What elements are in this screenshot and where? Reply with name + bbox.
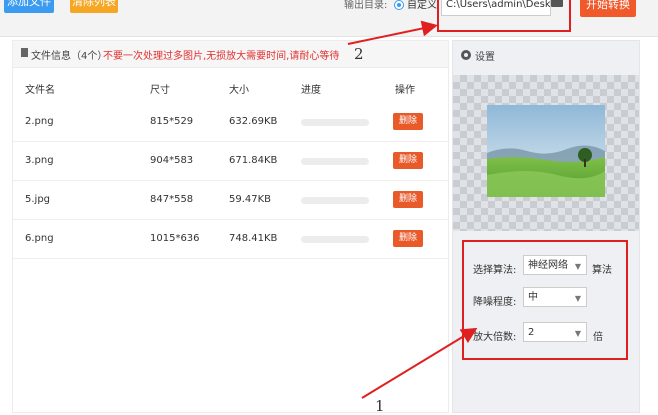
arrow-to-settings	[361, 327, 478, 399]
annotation-arrows	[347, 20, 478, 399]
annotation-label-1: 1	[375, 397, 385, 415]
arrow-to-output	[347, 20, 438, 45]
annotation-label-2: 2	[354, 45, 364, 63]
